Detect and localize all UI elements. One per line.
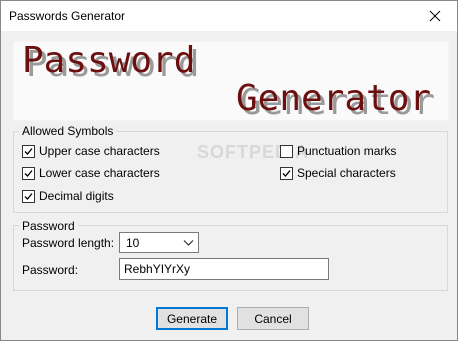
cancel-button[interactable]: Cancel <box>237 307 309 330</box>
password-output-field[interactable]: RebhYIYrXy <box>119 258 329 280</box>
dialog-window: Passwords Generator Password Password Ge… <box>0 0 458 341</box>
upper-case-checkbox[interactable]: Upper case characters <box>22 143 160 159</box>
banner-image: Password Password Generator Generator <box>13 41 449 121</box>
close-icon <box>429 10 441 22</box>
password-length-select[interactable]: 10 <box>119 232 199 253</box>
password-output-value: RebhYIYrXy <box>124 262 191 276</box>
decimal-digits-checkbox[interactable]: Decimal digits <box>22 188 114 204</box>
checkmark-icon <box>24 147 33 155</box>
checkmark-icon <box>24 192 33 200</box>
decimal-digits-label: Decimal digits <box>39 189 114 203</box>
window-title: Passwords Generator <box>9 9 126 23</box>
checkmark-icon <box>24 169 33 177</box>
close-button[interactable] <box>413 1 457 31</box>
chevron-down-icon <box>183 240 194 246</box>
title-bar: Passwords Generator <box>1 1 457 31</box>
password-label: Password: <box>22 263 79 277</box>
lower-case-checkbox[interactable]: Lower case characters <box>22 165 160 181</box>
generate-button[interactable]: Generate <box>156 307 228 330</box>
password-length-value: 10 <box>126 236 140 250</box>
punctuation-marks-checkbox[interactable]: Punctuation marks <box>280 143 396 159</box>
checkbox-box <box>280 166 293 180</box>
password-legend: Password <box>19 219 78 233</box>
password-length-label: Password length: <box>22 236 115 250</box>
allowed-symbols-legend: Allowed Symbols <box>19 124 117 138</box>
banner-line1: Password <box>22 42 195 81</box>
checkbox-box <box>280 144 293 158</box>
checkmark-icon <box>282 169 291 177</box>
upper-case-label: Upper case characters <box>39 144 160 158</box>
lower-case-label: Lower case characters <box>39 166 160 180</box>
checkbox-box <box>22 189 35 203</box>
banner-line2: Generator <box>236 78 431 119</box>
checkbox-box <box>22 144 35 158</box>
special-characters-label: Special characters <box>297 166 396 180</box>
special-characters-checkbox[interactable]: Special characters <box>280 165 396 181</box>
checkbox-box <box>22 166 35 180</box>
punctuation-marks-label: Punctuation marks <box>297 144 397 158</box>
